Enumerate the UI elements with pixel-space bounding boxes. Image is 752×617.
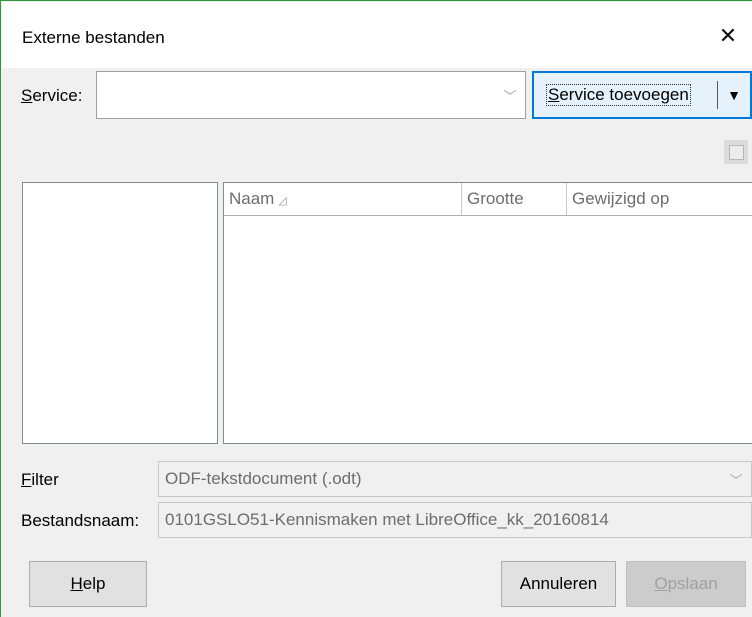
service-label: Service:: [21, 86, 83, 105]
filter-combobox[interactable]: ODF-tekstdocument (.odt) ﹀: [158, 461, 752, 497]
column-modified[interactable]: Gewijzigd op: [567, 183, 752, 215]
title-bar: Externe bestanden ✕: [2, 2, 752, 68]
folder-tree[interactable]: [22, 182, 218, 444]
filter-label: Filter: [21, 470, 59, 489]
file-list-header: Naam ◿ Grootte Gewijzigd op: [224, 183, 752, 216]
close-button[interactable]: ✕: [708, 18, 748, 54]
dropdown-arrow-icon[interactable]: ▼: [718, 73, 750, 117]
dialog-title: Externe bestanden: [22, 28, 165, 47]
chevron-down-icon: ﹀: [503, 88, 517, 104]
column-name[interactable]: Naam ◿: [224, 183, 462, 215]
file-list[interactable]: Naam ◿ Grootte Gewijzigd op: [223, 182, 752, 444]
cancel-button[interactable]: Annuleren: [501, 561, 616, 607]
filename-label: Bestandsnaam:: [21, 511, 140, 530]
service-combobox[interactable]: ﹀: [96, 71, 526, 119]
filename-field[interactable]: 0101GSLO51-Kennismaken met LibreOffice_k…: [158, 502, 752, 538]
help-button[interactable]: Help: [29, 561, 147, 607]
add-service-button[interactable]: Service toevoegen ▼: [532, 71, 752, 119]
close-icon: ✕: [718, 23, 738, 48]
chevron-down-icon: ﹀: [729, 472, 743, 488]
sort-ascending-icon: ◿: [278, 195, 287, 207]
save-button[interactable]: Opslaan: [626, 561, 746, 607]
column-size[interactable]: Grootte: [462, 183, 567, 215]
add-service-label: Service toevoegen: [546, 84, 691, 106]
external-files-dialog: Externe bestanden ✕ Service: ﹀ Service t…: [0, 0, 752, 617]
new-folder-icon[interactable]: [724, 140, 748, 164]
